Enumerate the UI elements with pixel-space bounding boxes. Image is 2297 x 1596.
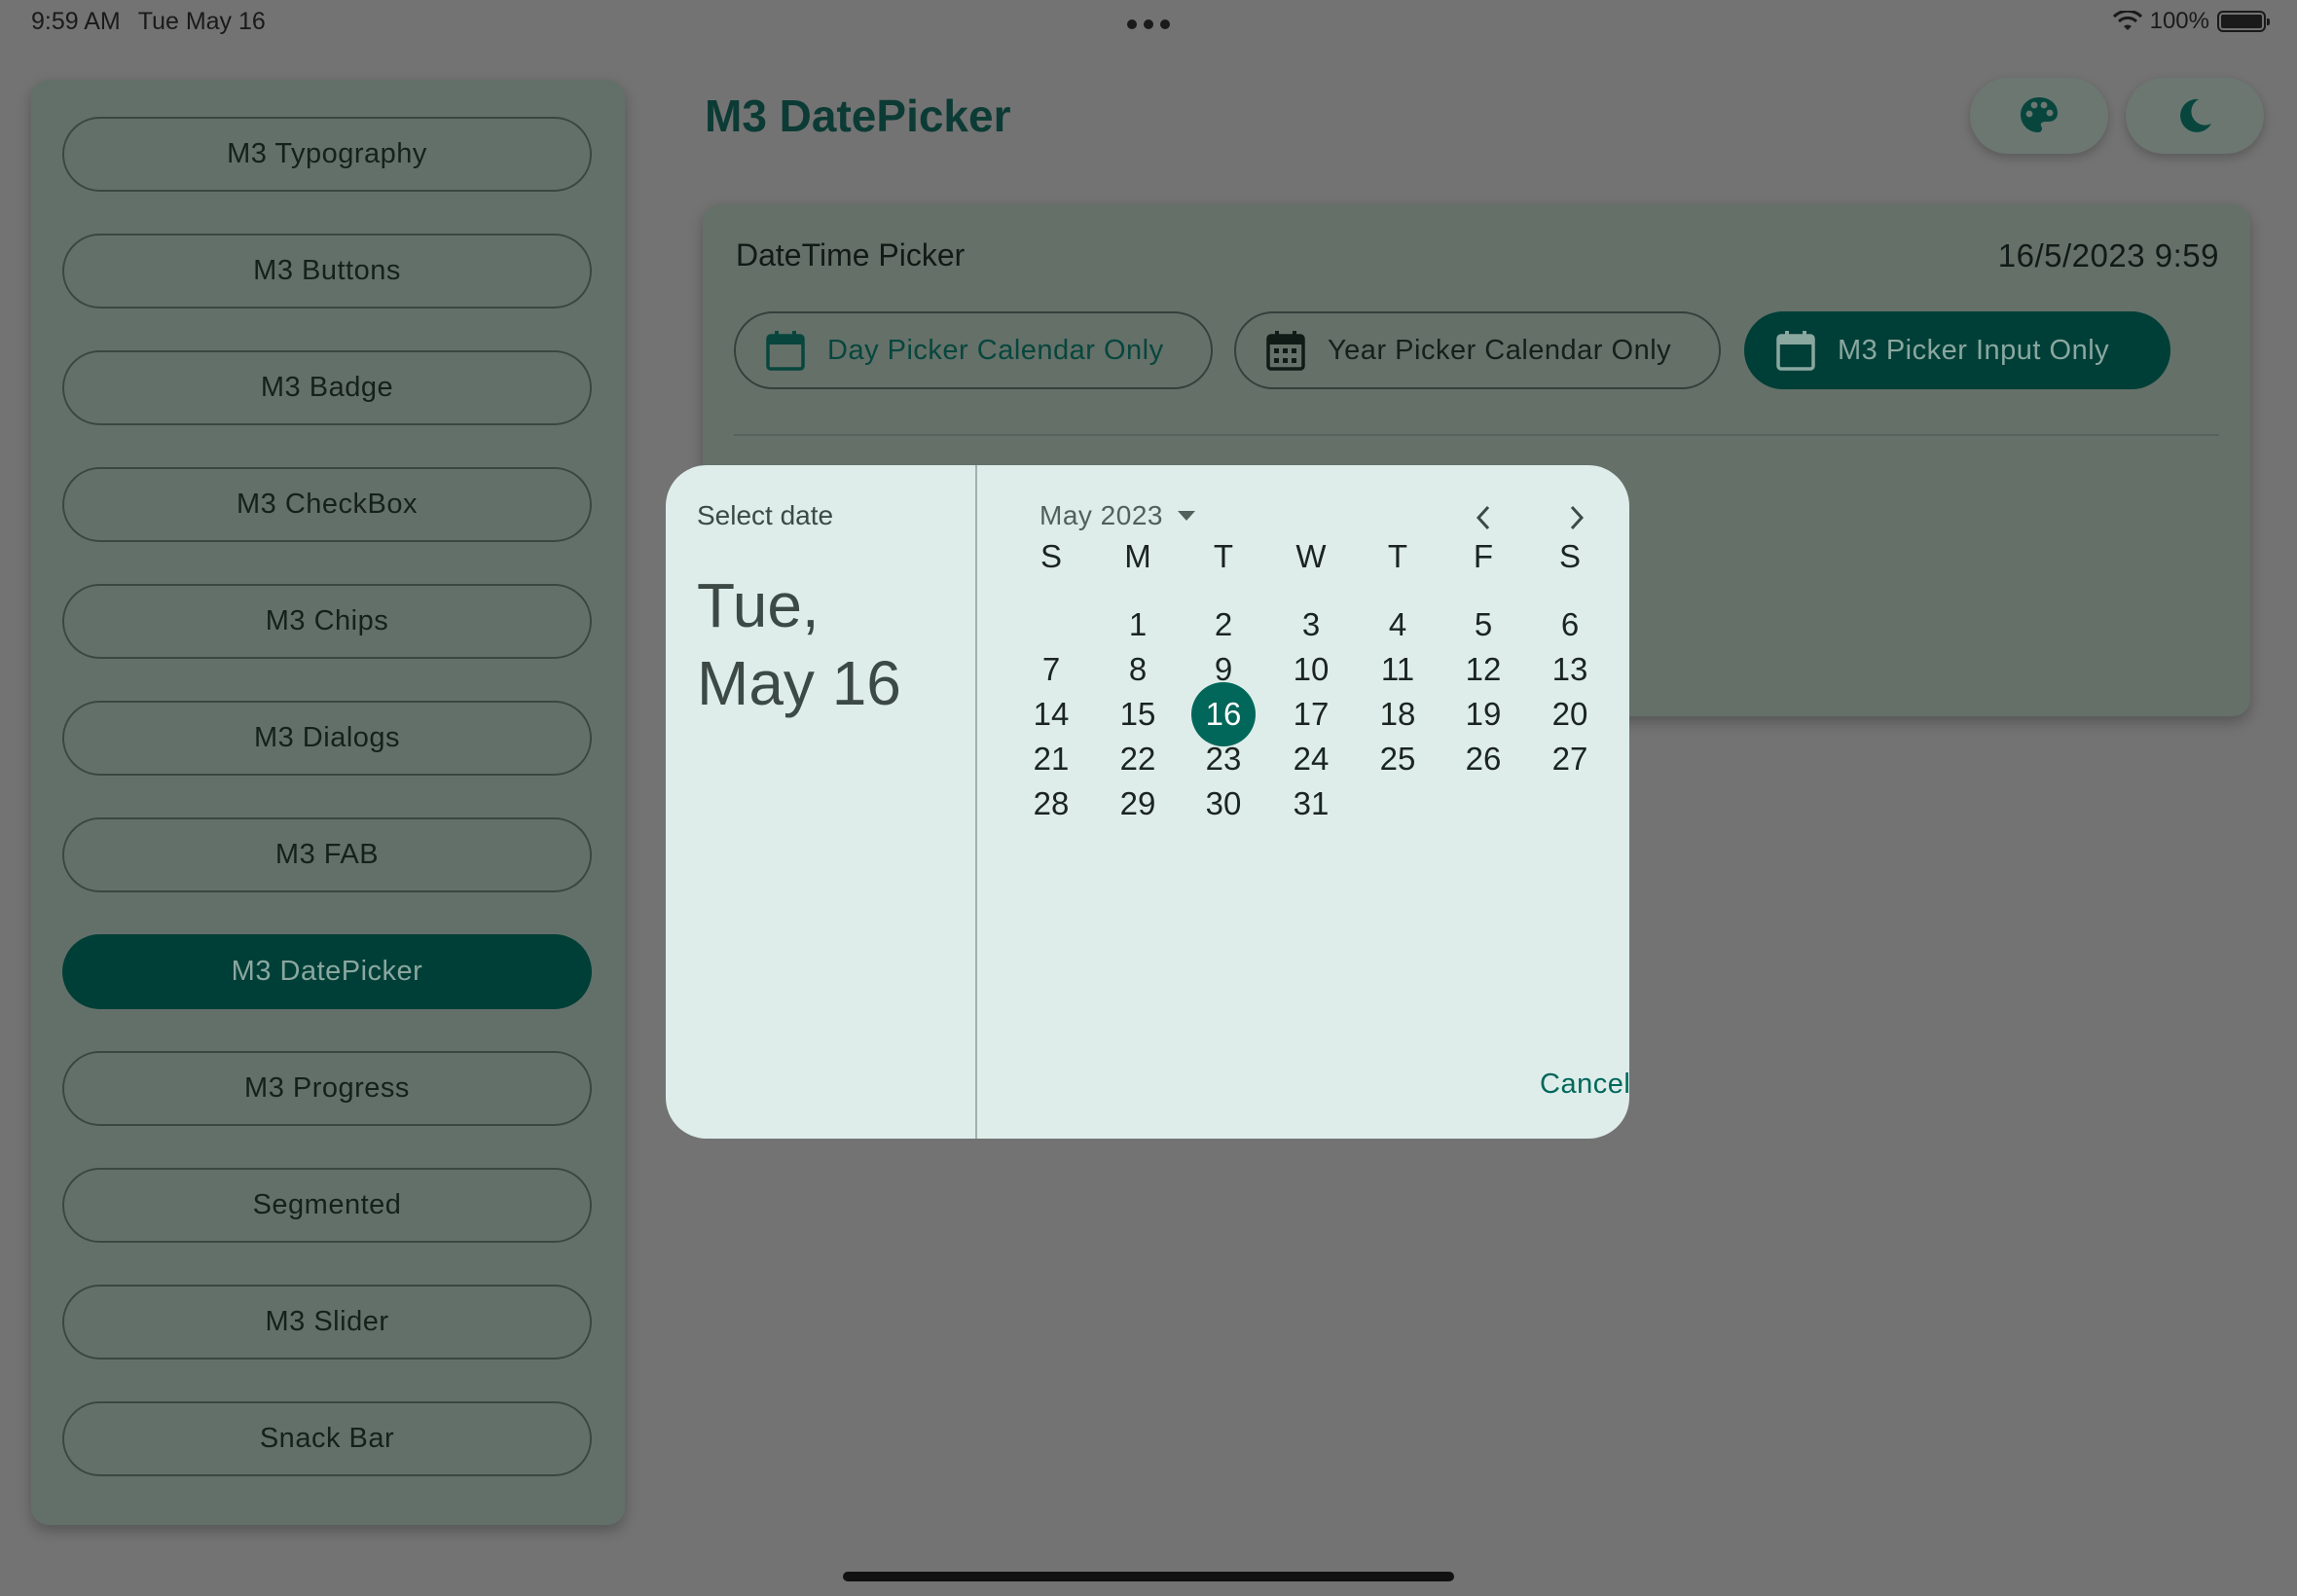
wifi-icon (2112, 11, 2142, 30)
weekday-label: S (1039, 538, 1062, 574)
moon-icon (2180, 98, 2211, 132)
calendar-day[interactable]: 27 (1535, 724, 1605, 794)
sidebar-item-slider[interactable]: M3 Slider (62, 1285, 592, 1360)
sidebar: M3 Typography M3 Buttons M3 Badge M3 Che… (31, 80, 625, 1525)
dropdown-arrow-icon (1177, 511, 1195, 521)
chip-label: M3 Picker Input Only (1838, 334, 2110, 366)
status-bar: 9:59 AM Tue May 16 100% (0, 0, 2297, 47)
sidebar-item-chips[interactable]: M3 Chips (62, 584, 592, 659)
selected-date-line1: Tue, (697, 570, 820, 640)
sidebar-item-typography[interactable]: M3 Typography (62, 117, 592, 192)
card-divider (734, 434, 2219, 436)
calendar-day[interactable]: 29 (1103, 769, 1173, 839)
sidebar-item-datepicker[interactable]: M3 DatePicker (62, 934, 592, 1009)
chip-label: Year Picker Calendar Only (1328, 334, 1672, 366)
selected-datetime-value: 16/5/2023 9:59 (1997, 237, 2219, 273)
sidebar-item-segmented[interactable]: Segmented (62, 1168, 592, 1243)
weekday-label: W (1295, 538, 1327, 574)
dialog-label: Select date (697, 500, 834, 530)
weekday-label: F (1473, 538, 1494, 574)
dialog-header: Select date Tue, May 16 (666, 465, 977, 1139)
selected-date-headline: Tue, May 16 (697, 566, 901, 722)
weekday-label: T (1387, 538, 1408, 574)
picker-input-chip[interactable]: M3 Picker Input Only (1744, 311, 2170, 389)
weekday-label: T (1213, 538, 1234, 574)
weekday-label: M (1124, 538, 1151, 574)
date-picker-dialog: Select date Tue, May 16 May 2023 SMTWTFS… (666, 465, 1629, 1139)
calendar-day[interactable]: 28 (1016, 769, 1086, 839)
calendar-icon (1776, 331, 1815, 371)
dark-mode-button[interactable] (2126, 78, 2264, 154)
calendar-day[interactable]: 31 (1276, 769, 1346, 839)
home-indicator (843, 1572, 1454, 1581)
sidebar-item-fab[interactable]: M3 FAB (62, 817, 592, 892)
calendar-month-icon (1266, 331, 1305, 371)
cancel-button[interactable]: Cancel (1540, 1069, 1629, 1101)
calendar-day[interactable]: 25 (1363, 724, 1433, 794)
battery-percent: 100% (2149, 8, 2209, 34)
card-title: DateTime Picker (736, 237, 966, 272)
palette-icon (2021, 97, 2058, 132)
battery-icon (2217, 11, 2270, 32)
status-date: Tue May 16 (137, 8, 266, 35)
calendar-icon (766, 331, 805, 371)
calendar-panel: May 2023 SMTWTFS 1 2 3 4 5 6 7 8 9 10 11 12 13 14 15 16… (977, 465, 1629, 1139)
calendar-day[interactable]: 26 (1448, 724, 1518, 794)
selected-date-line2: May 16 (697, 648, 901, 718)
sidebar-item-progress[interactable]: M3 Progress (62, 1051, 592, 1126)
chip-label: Day Picker Calendar Only (827, 334, 1164, 366)
status-indicators: 100% (2112, 8, 2270, 35)
theme-color-button[interactable] (1970, 78, 2108, 154)
sidebar-item-badge[interactable]: M3 Badge (62, 350, 592, 425)
weekday-label: S (1558, 538, 1581, 574)
year-picker-chip[interactable]: Year Picker Calendar Only (1234, 311, 1721, 389)
sidebar-item-snackbar[interactable]: Snack Bar (62, 1401, 592, 1476)
sidebar-item-checkbox[interactable]: M3 CheckBox (62, 467, 592, 542)
multitasking-dots-icon[interactable] (1127, 19, 1170, 29)
status-time: 9:59 AM (31, 8, 121, 35)
status-time-date: 9:59 AM Tue May 16 (31, 8, 266, 36)
sidebar-item-buttons[interactable]: M3 Buttons (62, 234, 592, 308)
page-title: M3 DatePicker (705, 91, 1011, 141)
calendar-day[interactable]: 30 (1188, 769, 1258, 839)
sidebar-item-dialogs[interactable]: M3 Dialogs (62, 701, 592, 776)
day-picker-chip[interactable]: Day Picker Calendar Only (734, 311, 1213, 389)
